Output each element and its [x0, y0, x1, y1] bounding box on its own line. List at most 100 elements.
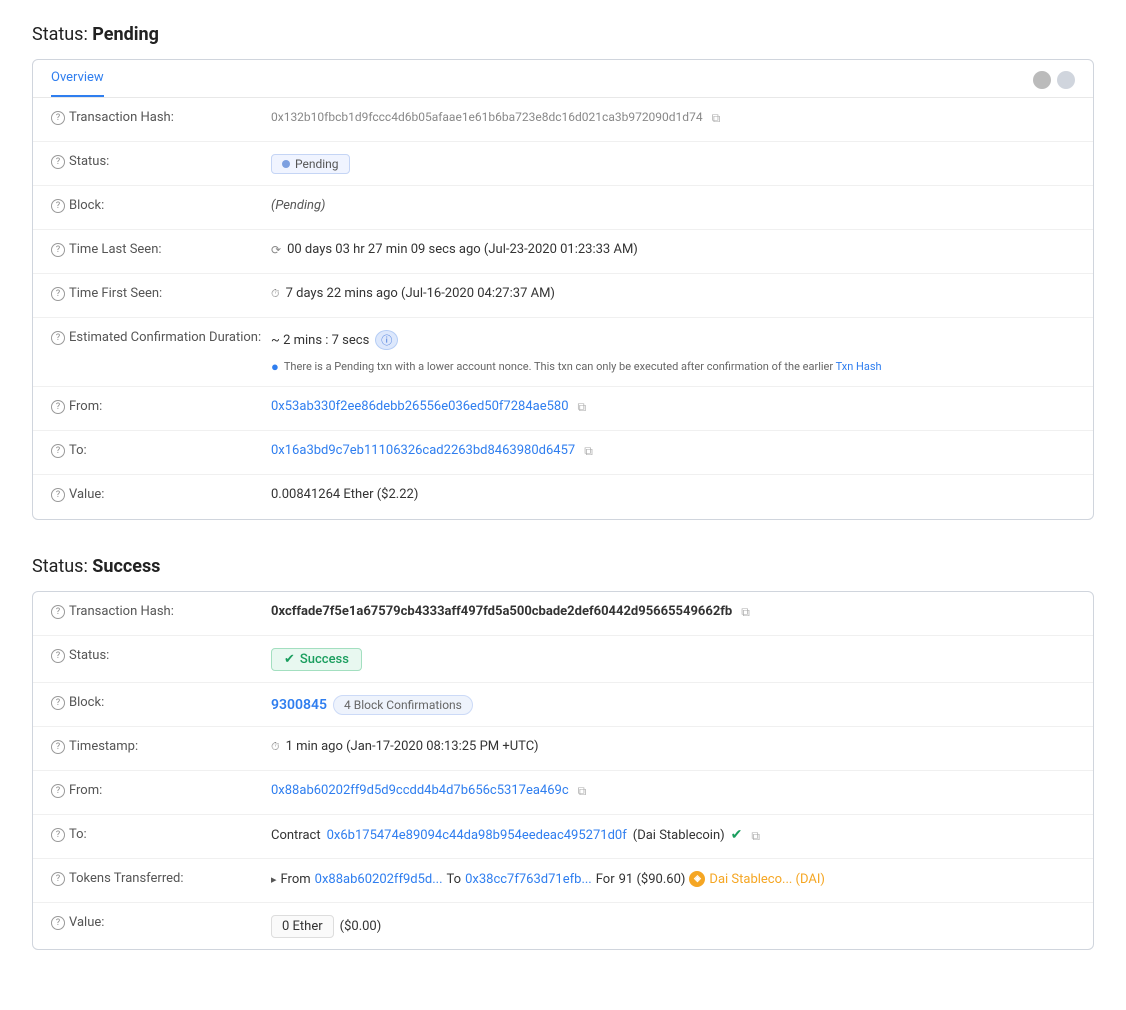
- spinner-icon: ⟳: [271, 243, 281, 257]
- to-copy-icon[interactable]: ⧉: [584, 444, 597, 457]
- success-status-row: ? Status: ✔ Success: [33, 636, 1093, 683]
- tab-overview[interactable]: Overview: [51, 70, 104, 97]
- pending-to-value: 0x16a3bd9c7eb11106326cad2263bd8463980d64…: [271, 442, 1075, 458]
- status-help-icon[interactable]: ?: [51, 155, 65, 169]
- confirmations-badge: 4 Block Confirmations: [333, 695, 473, 715]
- success-section-title: Status: Success: [32, 556, 1094, 577]
- success-block-help-icon[interactable]: ?: [51, 696, 65, 710]
- dai-token-link[interactable]: Dai Stableco... (DAI): [709, 872, 825, 887]
- pending-status-label: ? Status:: [51, 153, 271, 169]
- success-tx-hash-label: ? Transaction Hash:: [51, 603, 271, 619]
- success-to-contract-address[interactable]: 0x6b175474e89094c44da98b954eedeac495271d…: [327, 828, 627, 843]
- pending-value-row: ? Value: 0.00841264 Ether ($2.22): [33, 475, 1093, 519]
- success-from-label: ? From:: [51, 782, 271, 798]
- pending-to-row: ? To: 0x16a3bd9c7eb11106326cad2263bd8463…: [33, 431, 1093, 475]
- pending-section-title: Status: Pending: [32, 24, 1094, 45]
- success-timestamp-row: ? Timestamp: ⏱ 1 min ago (Jan-17-2020 08…: [33, 727, 1093, 771]
- success-tx-hash-row: ? Transaction Hash: 0xcffade7f5e1a67579c…: [33, 592, 1093, 636]
- tx-hash-help-icon[interactable]: ?: [51, 111, 65, 125]
- block-help-icon[interactable]: ?: [51, 199, 65, 213]
- to-help-icon[interactable]: ?: [51, 444, 65, 458]
- success-timestamp-value: ⏱ 1 min ago (Jan-17-2020 08:13:25 PM +UT…: [271, 738, 1075, 754]
- success-tx-hash-copy-icon[interactable]: ⧉: [741, 605, 754, 618]
- success-to-row: ? To: Contract 0x6b175474e89094c44da98b9…: [33, 815, 1093, 859]
- token-arrow-icon: ▸: [271, 873, 277, 886]
- success-from-value: 0x88ab60202ff9d5d9ccdd4b4d7b656c5317ea46…: [271, 782, 1075, 798]
- pending-time-last-seen-label: ? Time Last Seen:: [51, 241, 271, 257]
- success-value-help-icon[interactable]: ?: [51, 916, 65, 930]
- circle-btn-dark[interactable]: [1033, 71, 1051, 89]
- success-status-label: ? Status:: [51, 647, 271, 663]
- success-status-value: ✔ Success: [271, 647, 1075, 671]
- success-value-row: ? Value: 0 Ether ($0.00): [33, 903, 1093, 949]
- success-from-address[interactable]: 0x88ab60202ff9d5d9ccdd4b4d7b656c5317ea46…: [271, 783, 569, 798]
- tx-hash-copy-icon[interactable]: ⧉: [712, 111, 725, 124]
- pending-time-last-seen-value: ⟳ 00 days 03 hr 27 min 09 secs ago (Jul-…: [271, 241, 1075, 257]
- success-block-row: ? Block: 9300845 4 Block Confirmations: [33, 683, 1093, 727]
- success-to-value: Contract 0x6b175474e89094c44da98b954eede…: [271, 826, 1075, 843]
- txn-hash-link[interactable]: Txn Hash: [836, 360, 882, 373]
- tokens-from-address[interactable]: 0x88ab60202ff9d5d...: [315, 872, 443, 887]
- value-ether-box: 0 Ether: [271, 915, 334, 938]
- value-help-icon[interactable]: ?: [51, 488, 65, 502]
- pending-from-row: ? From: 0x53ab330f2ee86debb26556e036ed50…: [33, 387, 1093, 431]
- block-number-link[interactable]: 9300845: [271, 697, 327, 713]
- pending-from-value: 0x53ab330f2ee86debb26556e036ed50f7284ae5…: [271, 398, 1075, 414]
- tokens-to-address[interactable]: 0x38cc7f763d71efb...: [465, 872, 592, 887]
- success-from-help-icon[interactable]: ?: [51, 784, 65, 798]
- pending-block-row: ? Block: (Pending): [33, 186, 1093, 230]
- from-help-icon[interactable]: ?: [51, 400, 65, 414]
- pending-block-value: (Pending): [271, 197, 1075, 213]
- circle-btn-light[interactable]: [1057, 71, 1075, 89]
- success-tokens-value: ▸ From 0x88ab60202ff9d5d... To 0x38cc7f7…: [271, 870, 1075, 887]
- pending-time-first-seen-value: ⏱ 7 days 22 mins ago (Jul-16-2020 04:27:…: [271, 285, 1075, 301]
- check-circle-icon: ✔: [284, 652, 295, 667]
- dai-token-badge: ◈ Dai Stableco... (DAI): [689, 871, 825, 887]
- dai-icon: ◈: [689, 871, 705, 887]
- pending-est-confirm-value: ~ 2 mins : 7 secs ⓘ ● There is a Pending…: [271, 329, 1075, 375]
- contract-verified-icon: ✔: [731, 827, 743, 843]
- clock-icon-timestamp: ⏱: [271, 740, 280, 754]
- success-tx-hash-help-icon[interactable]: ?: [51, 605, 65, 619]
- pending-warning: ● There is a Pending txn with a lower ac…: [271, 360, 882, 375]
- success-from-row: ? From: 0x88ab60202ff9d5d9ccdd4b4d7b656c…: [33, 771, 1093, 815]
- success-timestamp-label: ? Timestamp:: [51, 738, 271, 754]
- pending-value-value: 0.00841264 Ether ($2.22): [271, 486, 1075, 502]
- pending-status-value: Pending: [271, 153, 1075, 174]
- pending-tab-bar: Overview: [33, 60, 1093, 98]
- pending-from-address[interactable]: 0x53ab330f2ee86debb26556e036ed50f7284ae5…: [271, 399, 569, 414]
- pending-from-label: ? From:: [51, 398, 271, 414]
- pending-to-label: ? To:: [51, 442, 271, 458]
- est-confirm-info-badge[interactable]: ⓘ: [375, 330, 398, 350]
- success-value-value: 0 Ether ($0.00): [271, 914, 1075, 938]
- success-to-label: ? To:: [51, 826, 271, 842]
- pending-tx-hash-value: 0x132b10fbcb1d9fccc4d6b05afaae1e61b6ba72…: [271, 109, 1075, 124]
- from-copy-icon[interactable]: ⧉: [578, 400, 591, 413]
- time-first-help-icon[interactable]: ?: [51, 287, 65, 301]
- success-block-label: ? Block:: [51, 694, 271, 710]
- time-last-help-icon[interactable]: ?: [51, 243, 65, 257]
- success-from-copy-icon[interactable]: ⧉: [578, 784, 591, 797]
- clock-icon-first: ⏱: [271, 287, 280, 301]
- token-transfer-details: ▸ From 0x88ab60202ff9d5d... To 0x38cc7f7…: [271, 871, 825, 887]
- pending-tx-hash-row: ? Transaction Hash: 0x132b10fbcb1d9fccc4…: [33, 98, 1093, 142]
- success-block-value: 9300845 4 Block Confirmations: [271, 694, 1075, 715]
- timestamp-help-icon[interactable]: ?: [51, 740, 65, 754]
- pending-value-label: ? Value:: [51, 486, 271, 502]
- pending-est-confirm-label: ? Estimated Confirmation Duration:: [51, 329, 271, 345]
- success-tokens-label: ? Tokens Transferred:: [51, 870, 271, 886]
- pending-to-address[interactable]: 0x16a3bd9c7eb11106326cad2263bd8463980d64…: [271, 443, 575, 458]
- success-to-help-icon[interactable]: ?: [51, 828, 65, 842]
- success-badge: ✔ Success: [271, 648, 362, 671]
- tokens-help-icon[interactable]: ?: [51, 872, 65, 886]
- success-tokens-row: ? Tokens Transferred: ▸ From 0x88ab60202…: [33, 859, 1093, 903]
- success-value-label: ? Value:: [51, 914, 271, 930]
- pending-status-row: ? Status: Pending: [33, 142, 1093, 186]
- success-to-copy-icon[interactable]: ⧉: [751, 829, 764, 842]
- pending-est-confirm-row: ? Estimated Confirmation Duration: ~ 2 m…: [33, 318, 1093, 387]
- pending-card: Overview ? Transaction Hash: 0x132b10fbc…: [32, 59, 1094, 520]
- success-tx-hash-value: 0xcffade7f5e1a67579cb4333aff497fd5a500cb…: [271, 603, 1075, 619]
- est-confirm-help-icon[interactable]: ?: [51, 331, 65, 345]
- pending-time-last-seen-row: ? Time Last Seen: ⟳ 00 days 03 hr 27 min…: [33, 230, 1093, 274]
- success-status-help-icon[interactable]: ?: [51, 649, 65, 663]
